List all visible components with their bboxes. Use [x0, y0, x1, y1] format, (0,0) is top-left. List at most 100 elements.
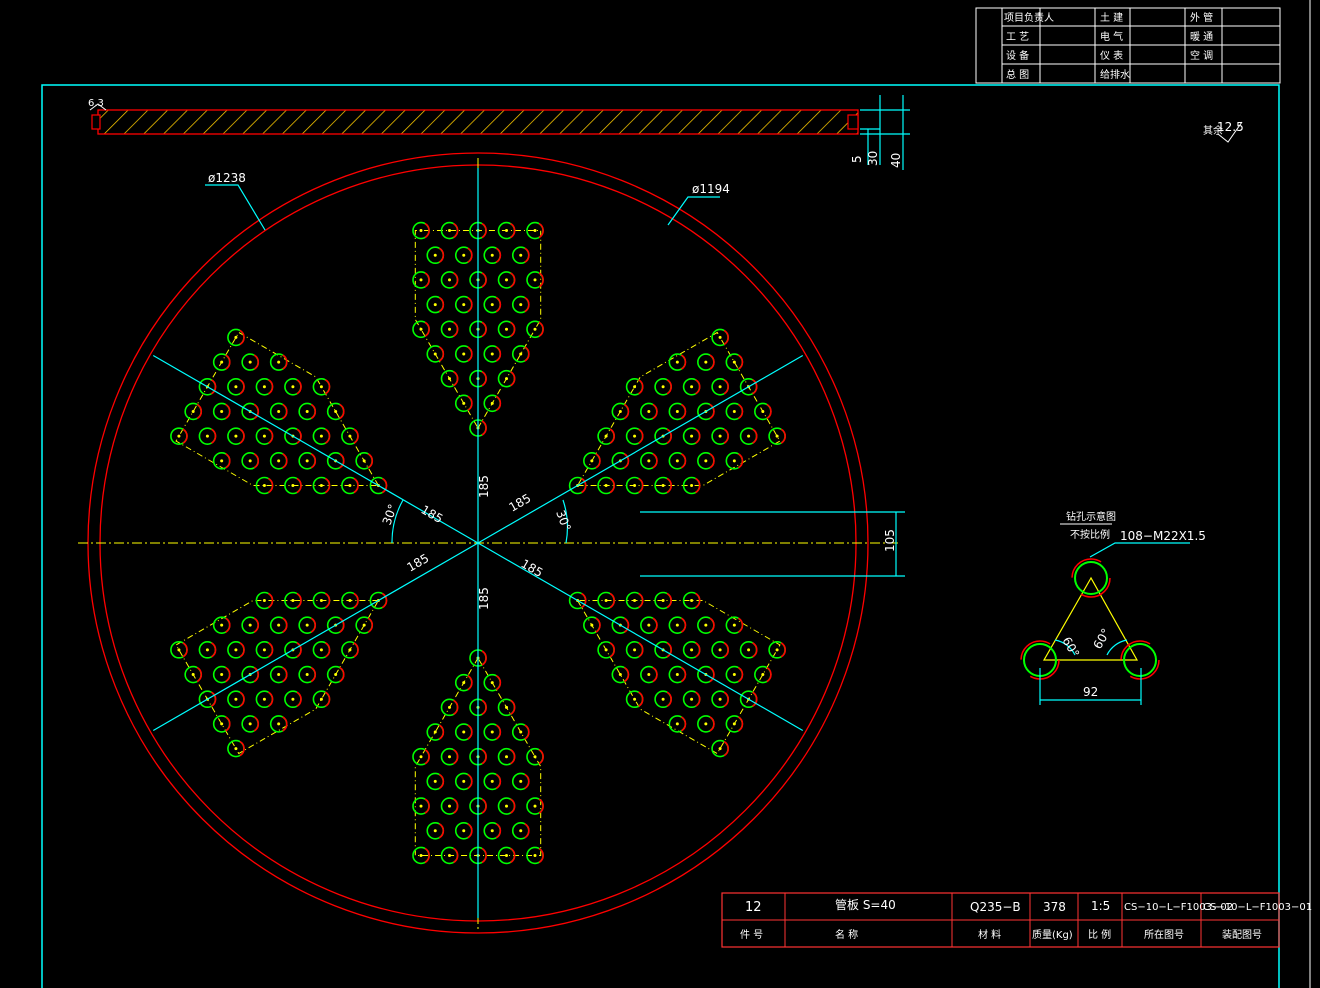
hole-center [519, 352, 523, 356]
hole-center [732, 409, 736, 413]
bolt-hole-arc [438, 247, 445, 263]
bolt-hole-arc [481, 370, 487, 387]
hole-center [505, 278, 508, 282]
roughness-value: 12.5 [1217, 120, 1244, 134]
hole-center [177, 434, 181, 438]
sector-divider-5 [477, 354, 804, 544]
hole-center [661, 697, 665, 701]
hole-center [633, 697, 637, 701]
bolt-hole-arc [481, 222, 487, 239]
radial-dim-downleft: 185 [405, 551, 432, 575]
hole-center [718, 747, 722, 751]
bolt-hole-arc [353, 428, 359, 444]
bolt-hole-arc [310, 453, 317, 469]
bolt-hole-arc [609, 477, 616, 494]
bolt-hole-arc [510, 370, 516, 387]
bolt-hole-arc [467, 773, 473, 790]
bolt-hole-arc [510, 321, 516, 337]
bolt-hole-arc [282, 403, 288, 420]
bolt-hole-arc [723, 428, 730, 444]
assembly-drawing-no: CS−10−L−F1003−01 [1203, 902, 1312, 913]
hole-center [505, 755, 508, 759]
bolt-hole-arc [353, 477, 359, 494]
hole-center [647, 409, 651, 413]
hole-center [647, 623, 651, 627]
bolt-hole-arc [723, 329, 730, 346]
hole-center [348, 434, 352, 438]
bolt-hole-arc [652, 617, 658, 633]
bolt-hole-arc [253, 354, 260, 370]
hole-center [533, 853, 537, 857]
hole-center [248, 360, 252, 364]
hole-center [462, 352, 466, 356]
hole-center [305, 623, 309, 627]
bolt-hole-arc [239, 740, 245, 757]
hole-center [234, 747, 238, 751]
hole-center [348, 648, 352, 652]
hole-center [761, 673, 765, 677]
bolt-hole-arc [182, 428, 188, 444]
hole-center [618, 409, 622, 413]
tb-r3-c0: 总 图 [1006, 68, 1029, 81]
bolt-hole-arc [367, 617, 374, 633]
hole-center [519, 829, 523, 833]
bolt-hole-arc [239, 329, 245, 346]
bolt-hole-arc [737, 453, 744, 469]
pattern-outline [175, 331, 380, 487]
inner-diameter-label: ø1194 [692, 182, 730, 196]
header-material: 材 料 [978, 928, 1001, 941]
tb-r3-c1: 给排水 [1100, 68, 1130, 81]
hole-center [675, 673, 679, 677]
bolt-hole-arc [495, 346, 502, 362]
bolt-hole-arc [510, 699, 516, 716]
hole-center [220, 722, 224, 726]
bolt-hole-arc [495, 823, 502, 839]
hole-center [732, 459, 736, 463]
bolt-hole-arc [324, 379, 331, 395]
bolt-hole-arc [196, 403, 203, 420]
bolt-hole-arc [267, 642, 274, 658]
bolt-hole-arc [282, 716, 288, 732]
hole-center [490, 253, 494, 257]
bolt-hole-arc [709, 354, 715, 370]
bolt-hole-arc [424, 749, 430, 765]
hole-center [519, 303, 523, 307]
bolt-hole-arc [210, 642, 217, 658]
bolt-hole-arc [253, 617, 260, 633]
title-block: 项目负责人 土 建 外 管 工 艺 电 气 暖 通 设 备 仪 表 空 调 总 … [975, 7, 1281, 84]
hole-center [305, 459, 309, 463]
hole-center [248, 722, 252, 726]
hole-center [177, 648, 181, 652]
bolt-hole-arc [495, 773, 502, 790]
hole-center [604, 434, 608, 438]
hole-center [718, 648, 722, 652]
hole-center [433, 352, 437, 356]
bolt-hole-arc [481, 321, 487, 337]
hole-center [462, 253, 466, 257]
section-surface-label: 6.3 [88, 98, 104, 109]
bolt-hole-arc [225, 716, 231, 732]
hole-center [362, 459, 366, 463]
bolt-hole-arc [310, 617, 317, 633]
bolt-hole-arc [680, 617, 687, 633]
bolt-hole-arc [680, 453, 687, 469]
hole-center [433, 779, 437, 783]
bolt-hole-arc [609, 642, 616, 658]
hole-center [490, 681, 494, 685]
bolt-hole-arc [339, 403, 345, 420]
hole-center [433, 730, 437, 734]
bolt-hole-arc [353, 642, 359, 658]
hole-center [234, 335, 238, 339]
bolt-hole-arc [510, 798, 516, 814]
hole-center [262, 484, 266, 488]
bolt-hole-arc [438, 724, 445, 740]
bolt-hole-arc [438, 346, 445, 362]
hole-center [334, 673, 338, 677]
dim-40: 40 [889, 153, 903, 168]
hole-pattern-5 [170, 328, 388, 495]
bolt-hole-arc [467, 296, 473, 313]
pattern-outline [576, 331, 781, 487]
bolt-hole-arc [225, 403, 231, 420]
hole-center [462, 303, 466, 307]
header-mass: 质量(Kg) [1032, 929, 1073, 941]
